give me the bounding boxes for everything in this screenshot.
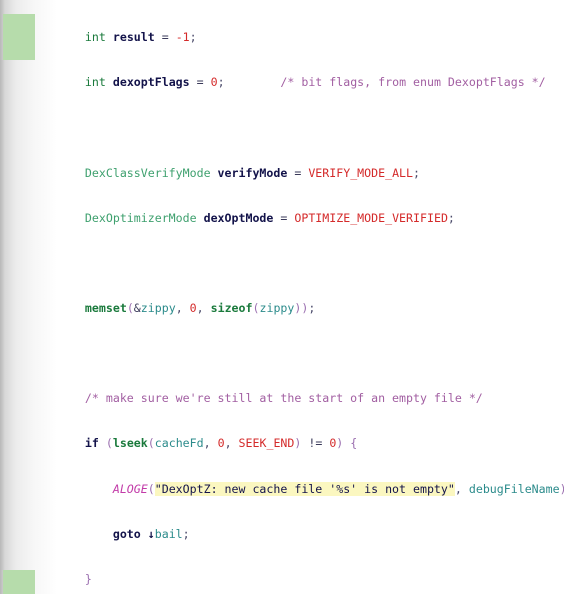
code-line[interactable] [0, 256, 564, 271]
code-line[interactable]: } [0, 572, 564, 587]
code-line[interactable]: ALOGE("DexOptZ: new cache file '%s' is n… [0, 481, 564, 497]
code-line[interactable]: memset(&zippy, 0, sizeof(zippy)); [0, 301, 564, 316]
code-line[interactable]: if (lseek(cacheFd, 0, SEEK_END) != 0) { [0, 436, 564, 451]
code-line[interactable]: int dexoptFlags = 0; /* bit flags, from … [0, 75, 564, 90]
code-content[interactable]: int result = -1; int dexoptFlags = 0; /*… [0, 0, 564, 594]
code-line[interactable] [0, 120, 564, 135]
code-line[interactable] [0, 346, 564, 361]
code-line[interactable]: goto ↓bail; [0, 527, 564, 542]
code-line[interactable]: int result = -1; [0, 30, 564, 45]
code-line[interactable]: DexOptimizerMode dexOptMode = OPTIMIZE_M… [0, 211, 564, 226]
code-editor-viewport[interactable]: int result = -1; int dexoptFlags = 0; /*… [0, 0, 564, 594]
code-line[interactable]: /* make sure we're still at the start of… [0, 391, 564, 406]
code-line[interactable]: DexClassVerifyMode verifyMode = VERIFY_M… [0, 166, 564, 181]
